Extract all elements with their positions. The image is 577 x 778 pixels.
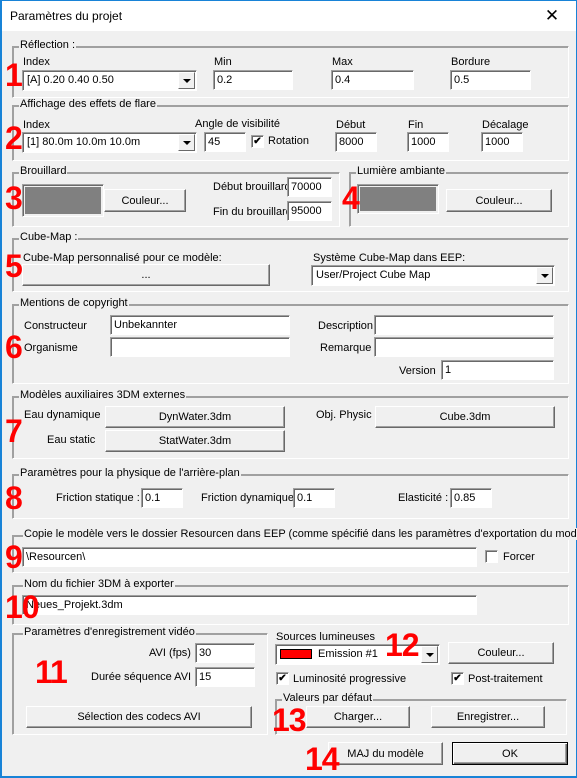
reflection-border-input[interactable]: 0.5 [450,70,531,90]
cubemap-custom-browse-button[interactable]: ... [22,264,270,286]
fog-end-label: Fin du brouillard [213,206,292,218]
ambient-color-swatch[interactable] [357,184,439,214]
progressive-brightness-checkbox[interactable]: ✔ [276,672,289,685]
chevron-down-icon[interactable] [178,72,195,89]
duration-label: Durée séquence AVI [91,671,192,683]
version-input[interactable]: 1 [441,360,554,380]
light-source-value: Emission #1 [318,648,378,660]
flare-offset-label: Décalage [482,119,529,131]
reflection-min-label: Min [214,56,232,68]
rotation-label: Rotation [268,135,309,147]
flare-end-input[interactable]: 1000 [407,132,449,152]
fog-start-input[interactable]: 70000 [287,177,332,197]
cubemap-custom-label: Cube-Map personnalisé pour ce modèle: [23,252,222,264]
reflection-index-value: [A] 0.20 0.40 0.50 [27,74,114,86]
physic-object-button[interactable]: Cube.3dm [375,406,555,428]
reflection-legend: Réflection : [19,39,77,51]
reflection-min-input[interactable]: 0.2 [213,70,293,90]
organism-input[interactable] [110,337,290,357]
cubemap-system-value: User/Project Cube Map [316,269,431,281]
update-model-button[interactable]: MAJ du modèle [328,742,443,765]
flare-index-select[interactable]: [1] 80.0m 10.0m 10.0m [22,132,197,153]
resources-legend: Copie le modèle vers le dossier Resource… [23,528,577,540]
elasticity-input[interactable]: 0.85 [450,488,492,508]
fog-end-input[interactable]: 95000 [287,201,332,221]
fps-label: AVI (fps) [149,647,191,659]
postprocess-label: Post-traitement [468,673,543,685]
flare-legend: Affichage des effets de flare [19,98,157,110]
force-label: Forcer [503,551,535,563]
constructor-input[interactable]: Unbekannter [110,315,290,335]
reflection-border-label: Bordure [451,56,491,68]
reflection-max-input[interactable]: 0.4 [331,70,414,90]
cubemap-system-select[interactable]: User/Project Cube Map [311,265,555,286]
flare-start-label: Début [336,119,366,131]
description-input[interactable] [374,315,554,335]
chevron-down-icon[interactable] [536,267,553,284]
copyright-legend: Mentions de copyright [19,297,129,309]
remark-input[interactable] [374,337,554,357]
description-label: Description [318,320,374,332]
stat-water-button[interactable]: StatWater.3dm [105,430,285,452]
cubemap-legend: Cube-Map : [19,231,79,243]
ambient-color-button[interactable]: Couleur... [446,189,552,212]
dynamic-friction-input[interactable]: 0.1 [293,488,335,508]
reflection-index-select[interactable]: [A] 0.20 0.40 0.50 [22,70,197,91]
elasticity-label: Elasticité : [398,492,449,504]
postprocess-checkbox[interactable]: ✔ [451,672,464,685]
reflection-max-label: Max [332,56,353,68]
defaults-legend: Valeurs par défaut [282,692,374,704]
fps-input[interactable]: 30 [195,643,255,663]
light-color-button[interactable]: Couleur... [448,642,554,664]
duration-input[interactable]: 15 [195,667,255,687]
dyn-water-label: Eau dynamique [24,409,101,421]
chevron-down-icon[interactable] [178,134,195,151]
project-settings-dialog: Paramètres du projet ✕ Réflection : Inde… [0,0,577,778]
version-label: Version [399,365,436,377]
light-sources-select[interactable]: Emission #1 [275,644,440,665]
save-defaults-button[interactable]: Enregistrer... [431,706,545,728]
flare-offset-input[interactable]: 1000 [481,132,523,152]
dynamic-friction-label: Friction dynamique [201,492,294,504]
window-title: Paramètres du projet [10,9,123,23]
fog-legend: Brouillard [19,165,68,177]
ambient-legend: Lumière ambiante [356,165,447,177]
stat-water-label: Eau static [47,434,96,446]
light-sources-label: Sources lumineuses [276,631,376,643]
light-color-indicator [280,649,312,659]
progressive-brightness-label: Luminosité progressive [293,673,407,685]
fog-color-swatch[interactable] [22,184,104,217]
force-checkbox[interactable] [485,550,498,563]
remark-label: Remarque [320,342,372,354]
flare-start-input[interactable]: 8000 [335,132,377,152]
fog-start-label: Début brouillard [213,181,291,193]
dyn-water-button[interactable]: DynWater.3dm [105,406,285,428]
fog-color-button[interactable]: Couleur... [104,189,186,212]
flare-angle-label: Angle de visibilité [195,118,280,130]
aux-models-legend: Modèles auxiliaires 3DM externes [19,389,187,401]
chevron-down-icon[interactable] [421,646,438,663]
export-file-legend: Nom du fichier 3DM à exporter [23,578,175,590]
static-friction-label: Friction statique : [56,492,140,504]
ok-button[interactable]: OK [452,742,568,765]
static-friction-input[interactable]: 0.1 [141,488,183,508]
flare-index-label: Index [23,119,50,131]
reflection-index-label: Index [23,56,50,68]
physics-legend: Paramètres pour la physique de l'arrière… [19,467,241,479]
physic-object-label: Obj. Physic [316,409,372,421]
video-legend: Paramètres d'enregistrement vidéo [23,626,196,638]
organism-label: Organisme [24,342,78,354]
export-file-input[interactable]: Neues_Projekt.3dm [22,595,477,615]
cubemap-system-label: Système Cube-Map dans EEP: [313,252,466,264]
close-icon[interactable]: ✕ [532,3,572,29]
flare-index-value: [1] 80.0m 10.0m 10.0m [27,136,141,148]
flare-angle-input[interactable]: 45 [204,132,246,152]
constructor-label: Constructeur [24,320,87,332]
rotation-checkbox[interactable]: ✔ [251,135,264,148]
load-defaults-button[interactable]: Charger... [306,706,410,728]
codec-selection-button[interactable]: Sélection des codecs AVI [26,706,252,728]
flare-end-label: Fin [408,119,424,131]
title-bar: Paramètres du projet ✕ [2,1,576,31]
resources-path-input[interactable]: \Resourcen\ [22,547,477,567]
